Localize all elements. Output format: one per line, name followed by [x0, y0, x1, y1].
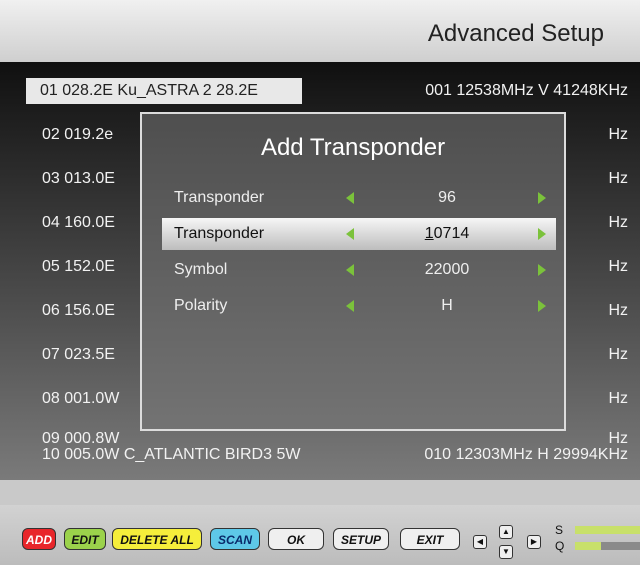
list-item[interactable]: 01 028.2E Ku_ASTRA 2 28.2E 001 12538MHz … [0, 76, 640, 106]
satellite-name: 07 023.5E [42, 346, 115, 363]
transponder-info: Hz [608, 170, 628, 187]
header: Advanced Setup [0, 0, 640, 62]
exit-button[interactable]: EXIT [400, 528, 460, 550]
transponder-info: 001 12538MHz V 41248KHz [425, 82, 628, 99]
list-item[interactable]: 10 005.0W C_ATLANTIC BIRD3 5W 010 12303M… [0, 440, 640, 470]
transponder-info: Hz [608, 214, 628, 231]
right-arrow-icon[interactable] [538, 264, 546, 276]
field-value: H [441, 297, 453, 314]
button-bar: ADD EDIT DELETE ALL SCAN OK SETUP EXIT ◀… [0, 505, 640, 565]
signal-strength-fill [575, 526, 640, 534]
field-label: Transponder [174, 189, 265, 206]
delete-all-button[interactable]: DELETE ALL [112, 528, 202, 550]
nav-up-icon[interactable]: ▲ [499, 525, 513, 539]
edit-button[interactable]: EDIT [64, 528, 106, 550]
add-button[interactable]: ADD [22, 528, 56, 550]
satellite-name: 01 028.2E Ku_ASTRA 2 28.2E [26, 78, 302, 104]
right-arrow-icon[interactable] [538, 228, 546, 240]
field-label: Polarity [174, 297, 228, 314]
page-title: Advanced Setup [427, 20, 604, 47]
transponder-info: Hz [608, 302, 628, 319]
add-transponder-dialog: Add Transponder Transponder 96 Transpond… [140, 112, 566, 431]
setup-button[interactable]: SETUP [333, 528, 389, 550]
left-arrow-icon[interactable] [346, 228, 354, 240]
field-value: 10714 [362, 225, 532, 243]
field-value: 22000 [424, 261, 470, 278]
dialog-title: Add Transponder [260, 134, 446, 161]
scan-button[interactable]: SCAN [210, 528, 260, 550]
satellite-name: 02 019.2e [42, 126, 114, 143]
signal-quality-meter [575, 542, 640, 550]
field-label: Symbol [174, 261, 228, 278]
satellite-name: 06 156.0E [42, 302, 115, 319]
transponder-info: Hz [608, 390, 628, 407]
field-label: Transponder [174, 225, 265, 242]
satellite-name: 03 013.0E [42, 170, 115, 187]
right-arrow-icon[interactable] [538, 192, 546, 204]
navigation-pad: ◀ ▲ ▼ ▶ [473, 525, 543, 559]
signal-strength-meter [575, 526, 640, 534]
transponder-info: 010 12303MHz H 29994KHz [424, 446, 628, 463]
symbol-rate-field[interactable]: Symbol 22000 [162, 254, 556, 286]
nav-down-icon[interactable]: ▼ [499, 545, 513, 559]
transponder-frequency-field[interactable]: Transponder 10714 [162, 218, 556, 250]
transponder-info: Hz [608, 126, 628, 143]
satellite-name: 08 001.0W [42, 390, 120, 407]
satellite-name: 05 152.0E [42, 258, 115, 275]
satellite-name: 10 005.0W C_ATLANTIC BIRD3 5W [42, 446, 301, 463]
field-value: 96 [438, 189, 456, 206]
signal-strength-label: S [555, 523, 564, 537]
left-arrow-icon[interactable] [346, 264, 354, 276]
left-arrow-icon[interactable] [346, 300, 354, 312]
transponder-info: Hz [608, 258, 628, 275]
polarity-field[interactable]: Polarity H [162, 290, 556, 322]
ok-button[interactable]: OK [268, 528, 324, 550]
satellite-name: 04 160.0E [42, 214, 115, 231]
signal-quality-fill [575, 542, 601, 550]
transponder-select-field[interactable]: Transponder 96 [162, 182, 556, 214]
left-arrow-icon[interactable] [346, 192, 354, 204]
nav-right-icon[interactable]: ▶ [527, 535, 541, 549]
transponder-info: Hz [608, 346, 628, 363]
right-arrow-icon[interactable] [538, 300, 546, 312]
edit-cursor: 1 [424, 225, 434, 242]
nav-left-icon[interactable]: ◀ [473, 535, 487, 549]
signal-quality-label: Q [555, 539, 565, 553]
field-value-rest: 0714 [433, 225, 470, 242]
